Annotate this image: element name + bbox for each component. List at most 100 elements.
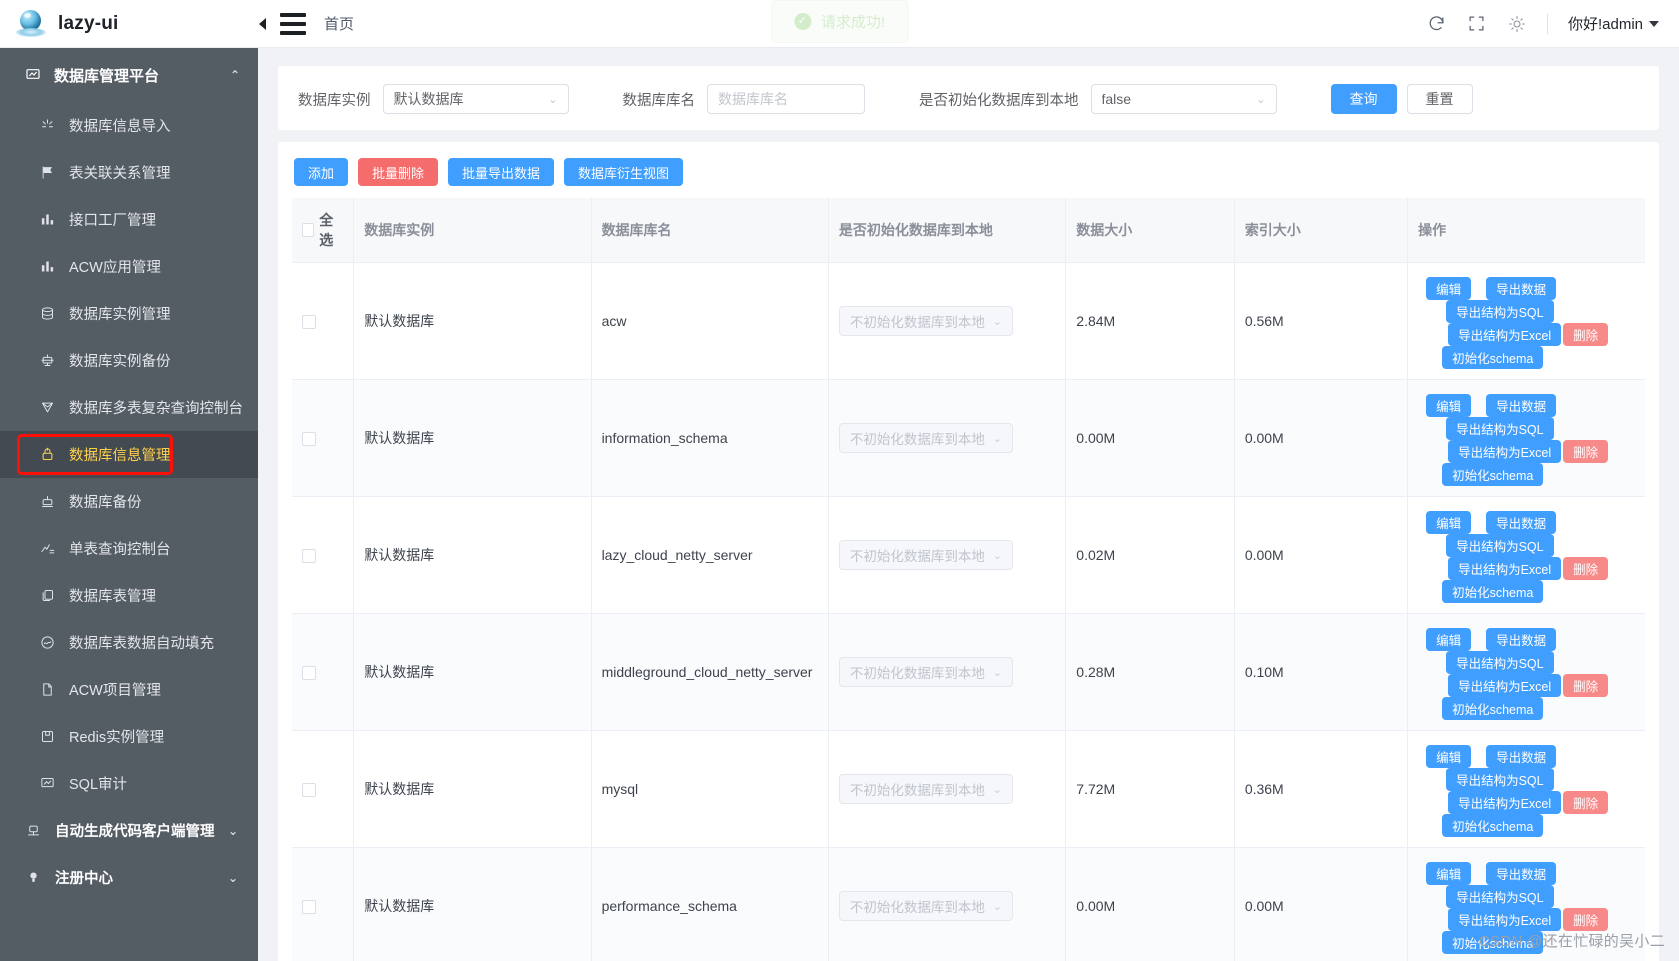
derived-view-button[interactable]: 数据库衍生视图 bbox=[564, 158, 684, 186]
sidebar-group-label: 自动生成代码客户端管理 bbox=[55, 824, 215, 840]
refresh-icon[interactable] bbox=[1427, 14, 1447, 34]
cell-init: 不初始化数据库到本地 ⌄ bbox=[828, 613, 1067, 731]
export-sql-button[interactable]: 导出结构为SQL bbox=[1446, 651, 1554, 674]
delete-button[interactable]: 删除 bbox=[1563, 440, 1609, 463]
row-checkbox[interactable] bbox=[302, 900, 316, 915]
export-excel-button[interactable]: 导出结构为Excel bbox=[1448, 440, 1562, 463]
cell-init: 不初始化数据库到本地 ⌄ bbox=[828, 730, 1067, 848]
edit-button[interactable]: 编辑 bbox=[1426, 628, 1472, 651]
sidebar-item-数据库多表复杂查询控制台[interactable]: 数据库多表复杂查询控制台 bbox=[0, 384, 258, 431]
batch-export-button[interactable]: 批量导出数据 bbox=[448, 158, 555, 186]
edit-button[interactable]: 编辑 bbox=[1426, 394, 1472, 417]
sidebar-item-SQL审计[interactable]: SQL审计 bbox=[0, 760, 258, 807]
edit-button[interactable]: 编辑 bbox=[1426, 277, 1472, 300]
sidebar-item-label: 接口工厂管理 bbox=[69, 213, 156, 229]
row-action-group: 编辑 导出数据 导出结构为SQL 导出结构为Excel 初始化schema 删除 bbox=[1418, 628, 1635, 720]
sidebar-group-db-platform[interactable]: 数据库管理平台 ⌃ bbox=[0, 48, 258, 102]
sidebar-group-自动生成代码客户端管理[interactable]: 自动生成代码客户端管理 ⌄ bbox=[0, 807, 258, 854]
fullscreen-icon[interactable] bbox=[1467, 14, 1487, 34]
sidebar-item-接口工厂管理[interactable]: 接口工厂管理 bbox=[0, 196, 258, 243]
query-button[interactable]: 查询 bbox=[1330, 84, 1397, 114]
row-checkbox[interactable] bbox=[302, 432, 316, 447]
brand-area: lazy-ui bbox=[0, 0, 258, 47]
cell-instance: 默认数据库 bbox=[353, 730, 592, 848]
export-data-button[interactable]: 导出数据 bbox=[1486, 745, 1557, 768]
edit-button[interactable]: 编辑 bbox=[1426, 745, 1472, 768]
export-excel-button[interactable]: 导出结构为Excel bbox=[1448, 908, 1562, 931]
sidebar-item-label: 单表查询控制台 bbox=[69, 542, 171, 558]
export-excel-button[interactable]: 导出结构为Excel bbox=[1448, 674, 1562, 697]
row-init-select[interactable]: 不初始化数据库到本地 ⌄ bbox=[838, 306, 1013, 336]
export-sql-button[interactable]: 导出结构为SQL bbox=[1446, 300, 1554, 323]
user-menu[interactable]: 你好!admin bbox=[1568, 13, 1659, 34]
row-init-select[interactable]: 不初始化数据库到本地 ⌄ bbox=[838, 774, 1013, 804]
export-data-button[interactable]: 导出数据 bbox=[1486, 394, 1557, 417]
row-init-select[interactable]: 不初始化数据库到本地 ⌄ bbox=[838, 540, 1013, 570]
select-all-checkbox[interactable] bbox=[302, 223, 315, 237]
theme-sun-icon[interactable] bbox=[1507, 14, 1527, 34]
add-button[interactable]: 添加 bbox=[294, 158, 349, 186]
init-local-select[interactable]: false ⌄ bbox=[1090, 84, 1277, 114]
delete-button[interactable]: 删除 bbox=[1563, 323, 1609, 346]
reset-button[interactable]: 重置 bbox=[1406, 84, 1473, 114]
sidebar-group-label: 数据库管理平台 bbox=[54, 67, 160, 85]
filter-instance: 数据库实例 默认数据库 ⌄ bbox=[298, 84, 569, 114]
export-data-button[interactable]: 导出数据 bbox=[1486, 862, 1557, 885]
row-init-select[interactable]: 不初始化数据库到本地 ⌄ bbox=[838, 423, 1013, 453]
export-data-button[interactable]: 导出数据 bbox=[1486, 628, 1557, 651]
sidebar-item-数据库实例备份[interactable]: 数据库实例备份 bbox=[0, 337, 258, 384]
row-init-select[interactable]: 不初始化数据库到本地 ⌄ bbox=[838, 657, 1013, 687]
dbname-input[interactable]: 数据库库名 bbox=[707, 84, 865, 114]
sidebar-item-数据库信息导入[interactable]: 数据库信息导入 bbox=[0, 102, 258, 149]
delete-button[interactable]: 删除 bbox=[1563, 791, 1609, 814]
cell-operations: 编辑 导出数据 导出结构为SQL 导出结构为Excel 初始化schema 删除 bbox=[1407, 379, 1645, 497]
sidebar-item-label: SQL审计 bbox=[69, 777, 128, 793]
row-init-select[interactable]: 不初始化数据库到本地 ⌄ bbox=[838, 891, 1013, 921]
export-sql-button[interactable]: 导出结构为SQL bbox=[1446, 534, 1554, 557]
export-excel-button[interactable]: 导出结构为Excel bbox=[1448, 791, 1562, 814]
batch-delete-button[interactable]: 批量删除 bbox=[358, 158, 439, 186]
row-checkbox[interactable] bbox=[302, 315, 316, 330]
sidebar-collapse-button[interactable] bbox=[258, 12, 306, 35]
edit-button[interactable]: 编辑 bbox=[1426, 862, 1472, 885]
export-excel-button[interactable]: 导出结构为Excel bbox=[1448, 557, 1562, 580]
sidebar-item-ACW应用管理[interactable]: ACW应用管理 bbox=[0, 243, 258, 290]
table-row: 默认数据库 acw 不初始化数据库到本地 ⌄ 2.84M 0.56M 编辑 导出… bbox=[292, 262, 1645, 380]
sidebar-item-数据库表数据自动填充[interactable]: 数据库表数据自动填充 bbox=[0, 619, 258, 666]
row-checkbox[interactable] bbox=[302, 549, 316, 564]
export-sql-button[interactable]: 导出结构为SQL bbox=[1446, 768, 1554, 791]
init-schema-button[interactable]: 初始化schema bbox=[1442, 346, 1544, 369]
export-excel-button[interactable]: 导出结构为Excel bbox=[1448, 323, 1562, 346]
sidebar-item-单表查询控制台[interactable]: 单表查询控制台 bbox=[0, 525, 258, 572]
export-sql-button[interactable]: 导出结构为SQL bbox=[1446, 417, 1554, 440]
sidebar-item-数据库表管理[interactable]: 数据库表管理 bbox=[0, 572, 258, 619]
breadcrumb-home[interactable]: 首页 bbox=[324, 13, 354, 34]
init-schema-button[interactable]: 初始化schema bbox=[1442, 814, 1544, 837]
row-checkbox[interactable] bbox=[302, 783, 316, 798]
delete-button[interactable]: 删除 bbox=[1563, 557, 1609, 580]
init-schema-button[interactable]: 初始化schema bbox=[1442, 580, 1544, 603]
cell-dbname: acw bbox=[591, 262, 829, 380]
sidebar-item-数据库实例管理[interactable]: 数据库实例管理 bbox=[0, 290, 258, 337]
sidebar-item-数据库备份[interactable]: 数据库备份 bbox=[0, 478, 258, 525]
cell-init: 不初始化数据库到本地 ⌄ bbox=[828, 262, 1067, 380]
cell-dbname: lazy_cloud_netty_server bbox=[591, 496, 829, 614]
instance-select[interactable]: 默认数据库 ⌄ bbox=[382, 84, 569, 114]
init-schema-button[interactable]: 初始化schema bbox=[1442, 697, 1544, 720]
sidebar-item-表关联关系管理[interactable]: 表关联关系管理 bbox=[0, 149, 258, 196]
sidebar-item-ACW项目管理[interactable]: ACW项目管理 bbox=[0, 666, 258, 713]
delete-button[interactable]: 删除 bbox=[1563, 674, 1609, 697]
export-sql-button[interactable]: 导出结构为SQL bbox=[1446, 885, 1554, 908]
cell-init: 不初始化数据库到本地 ⌄ bbox=[828, 847, 1067, 961]
export-data-button[interactable]: 导出数据 bbox=[1486, 277, 1557, 300]
dbname-input-placeholder: 数据库库名 bbox=[718, 91, 788, 107]
init-schema-button[interactable]: 初始化schema bbox=[1442, 463, 1544, 486]
export-data-button[interactable]: 导出数据 bbox=[1486, 511, 1557, 534]
edit-button[interactable]: 编辑 bbox=[1426, 511, 1472, 534]
sidebar-group-注册中心[interactable]: 注册中心 ⌄ bbox=[0, 854, 258, 901]
sidebar-item-数据库信息管理[interactable]: 数据库信息管理 bbox=[0, 431, 258, 478]
delete-button[interactable]: 删除 bbox=[1563, 908, 1609, 931]
sidebar-item-Redis实例管理[interactable]: Redis实例管理 bbox=[0, 713, 258, 760]
row-checkbox[interactable] bbox=[302, 666, 316, 681]
diamond-icon bbox=[36, 400, 58, 415]
